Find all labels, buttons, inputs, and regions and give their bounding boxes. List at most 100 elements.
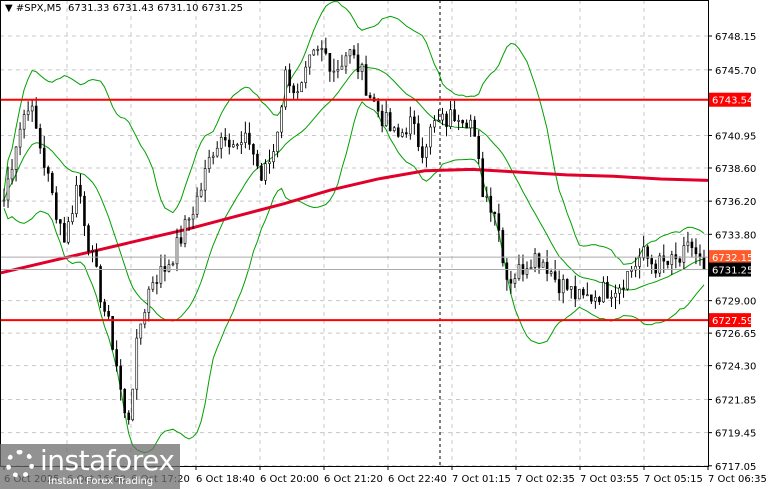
- candle-body: [119, 365, 122, 390]
- candle-body: [577, 289, 581, 300]
- candle-body: [95, 250, 98, 267]
- candle-body: [288, 69, 291, 87]
- candle-body: [276, 131, 279, 152]
- candle-body: [256, 153, 259, 167]
- candle-body: [336, 69, 340, 72]
- candle-body: [682, 245, 686, 263]
- candle-body: [38, 128, 42, 149]
- candle-body: [513, 278, 517, 284]
- candle-body: [199, 189, 203, 197]
- candle-body: [505, 262, 509, 280]
- y-tick-label: 6724.30: [715, 362, 756, 373]
- candle-body: [163, 266, 167, 272]
- candle-body: [686, 241, 690, 246]
- candle-body: [356, 54, 360, 72]
- logo-tagline: Instant Forex Trading: [48, 476, 154, 487]
- candle-body: [429, 126, 432, 148]
- candle-body: [87, 225, 90, 252]
- candle-body: [219, 137, 223, 149]
- price-chart[interactable]: 6748.15 6745.70 6740.95 6738.60 6736.20 6733.…: [0, 0, 781, 489]
- candle-body: [400, 132, 404, 137]
- candle-body: [272, 151, 275, 163]
- candle-body: [485, 195, 489, 198]
- candle-body: [59, 219, 62, 224]
- candle-body: [248, 132, 251, 145]
- candle-body: [638, 257, 641, 267]
- candle-body: [6, 178, 10, 201]
- candle-body: [320, 48, 324, 50]
- candle-body: [207, 157, 211, 169]
- candle-body: [553, 271, 557, 280]
- open-value: 6731.33: [68, 3, 110, 14]
- candle-body: [308, 54, 312, 68]
- gear-icon: [6, 450, 34, 478]
- candle-body: [18, 128, 22, 148]
- candle-body: [533, 253, 537, 268]
- y-tick-label: 6721.85: [715, 395, 756, 406]
- candle-body: [75, 184, 78, 214]
- candle-body: [227, 139, 231, 148]
- candle-body: [590, 294, 593, 302]
- candle-body: [223, 137, 227, 141]
- candle-body: [252, 144, 255, 155]
- candle-body: [292, 85, 295, 94]
- candle-body: [549, 271, 553, 274]
- logo-name: instaforex: [40, 444, 175, 477]
- candle-body: [340, 65, 344, 70]
- candle-body: [529, 267, 533, 270]
- high-value: 6731.43: [112, 3, 154, 14]
- candle-body: [565, 279, 569, 290]
- candle-body: [384, 112, 388, 127]
- candle-body: [264, 163, 267, 181]
- candle-body: [409, 116, 412, 135]
- candle-body: [22, 114, 26, 130]
- candle-body: [573, 286, 577, 300]
- candle-body: [497, 213, 501, 231]
- candle-body: [477, 136, 481, 159]
- candle-body: [260, 165, 263, 181]
- level-price-label: 6727.59: [712, 316, 753, 327]
- x-tick-label: 6 Oct 21:20: [324, 474, 383, 485]
- y-tick-label: 6740.95: [715, 132, 756, 143]
- x-tick-label: 6 Oct 22:40: [388, 474, 447, 485]
- candle-body: [131, 388, 135, 421]
- candle-body: [650, 258, 654, 265]
- candle-body: [380, 110, 384, 127]
- candle-body: [473, 119, 476, 137]
- candle-body: [135, 337, 139, 390]
- candle-body: [268, 161, 271, 164]
- candle-body: [545, 261, 549, 274]
- candle-body: [445, 113, 448, 127]
- candle-body: [465, 122, 468, 129]
- candle-body: [610, 296, 613, 299]
- candle-body: [111, 316, 114, 350]
- candle-body: [115, 349, 118, 367]
- candle-body: [300, 82, 304, 93]
- level-price-label: 6743.54: [712, 96, 753, 107]
- candle-body: [449, 109, 452, 127]
- candle-body: [151, 282, 155, 290]
- y-tick-label: 6738.60: [715, 164, 756, 175]
- candle-body: [413, 116, 416, 124]
- candle-body: [392, 127, 396, 131]
- y-tick-label: 6745.70: [715, 66, 756, 77]
- candle-body: [155, 282, 159, 284]
- candle-body: [469, 119, 472, 129]
- candle-body: [509, 279, 513, 284]
- candle-body: [244, 132, 247, 143]
- candle-body: [103, 301, 106, 312]
- candle-body: [517, 264, 521, 279]
- x-tick-label: 7 Oct 06:35: [708, 474, 767, 485]
- candle-body: [630, 269, 633, 272]
- candle-body: [594, 297, 597, 302]
- candle-body: [437, 119, 440, 122]
- candle-body: [602, 281, 605, 303]
- y-tick-label: 6748.15: [715, 32, 756, 43]
- candle-body: [240, 142, 243, 145]
- x-tick-label: 6 Oct 20:00: [260, 474, 319, 485]
- candle-body: [332, 70, 336, 73]
- chart-window: 6748.15 6745.70 6740.95 6738.60 6736.20 6733.…: [0, 0, 781, 489]
- candle-body: [453, 109, 456, 121]
- candle-body: [360, 64, 364, 72]
- candle-body: [324, 48, 328, 54]
